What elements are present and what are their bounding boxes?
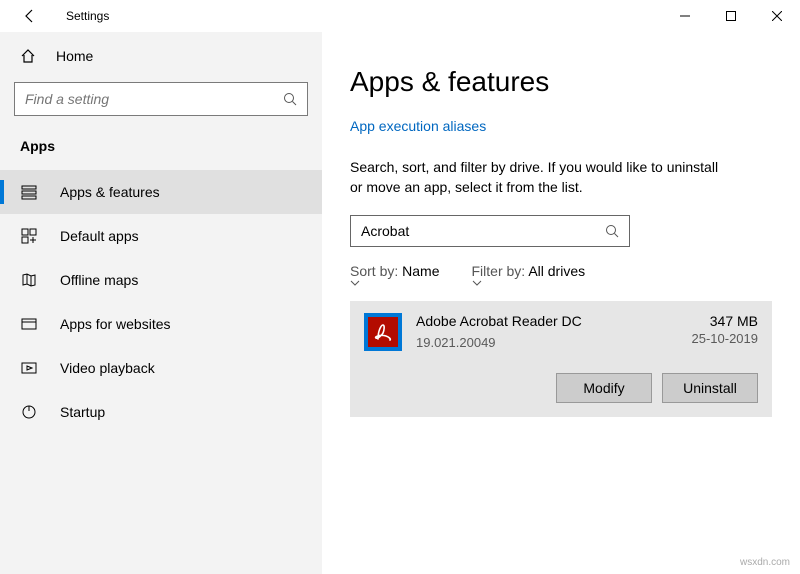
chevron-down-icon — [472, 279, 590, 287]
nav-label: Default apps — [60, 228, 139, 244]
maximize-button[interactable] — [708, 0, 754, 32]
modify-button[interactable]: Modify — [556, 373, 652, 403]
sort-value: Name — [402, 263, 439, 279]
home-button[interactable]: Home — [0, 40, 322, 78]
filter-label: Filter by: — [472, 263, 526, 279]
app-meta: 347 MB 25-10-2019 — [692, 313, 759, 351]
sort-label: Sort by: — [350, 263, 398, 279]
nav-label: Video playback — [60, 360, 155, 376]
sort-by-dropdown[interactable]: Sort by: Name — [350, 263, 444, 287]
titlebar: Settings — [0, 0, 800, 32]
app-list-search-input[interactable] — [361, 223, 605, 239]
find-setting-search[interactable] — [14, 82, 308, 116]
uninstall-button[interactable]: Uninstall — [662, 373, 758, 403]
app-list-search[interactable] — [350, 215, 630, 247]
home-icon — [20, 48, 36, 64]
default-apps-icon — [20, 228, 38, 244]
filter-value: All drives — [528, 263, 585, 279]
app-execution-aliases-link[interactable]: App execution aliases — [350, 118, 772, 134]
app-info: Adobe Acrobat Reader DC 19.021.20049 — [416, 313, 692, 351]
sidebar-nav: Apps & features Default apps Offline map… — [0, 170, 322, 434]
app-card-header: Adobe Acrobat Reader DC 19.021.20049 347… — [364, 313, 758, 351]
app-actions: Modify Uninstall — [364, 373, 758, 403]
sidebar-item-apps-features[interactable]: Apps & features — [0, 170, 322, 214]
nav-label: Apps & features — [60, 184, 160, 200]
body: Home Apps Apps & features Default apps — [0, 32, 800, 574]
nav-label: Offline maps — [60, 272, 138, 288]
acrobat-icon — [368, 317, 398, 347]
watermark: wsxdn.com — [740, 557, 790, 568]
sidebar-item-startup[interactable]: Startup — [0, 390, 322, 434]
home-label: Home — [56, 48, 93, 64]
app-icon — [364, 313, 402, 351]
nav-label: Startup — [60, 404, 105, 420]
sidebar: Home Apps Apps & features Default apps — [0, 32, 322, 574]
page-title: Apps & features — [350, 66, 772, 98]
app-size: 347 MB — [692, 313, 759, 329]
content: Apps & features App execution aliases Se… — [322, 32, 800, 574]
description: Search, sort, and filter by drive. If yo… — [350, 158, 730, 197]
window-title: Settings — [66, 9, 109, 23]
section-label: Apps — [0, 126, 322, 170]
app-date: 25-10-2019 — [692, 331, 759, 346]
sidebar-item-video-playback[interactable]: Video playback — [0, 346, 322, 390]
back-button[interactable] — [18, 8, 42, 24]
video-playback-icon — [20, 360, 38, 376]
close-button[interactable] — [754, 0, 800, 32]
nav-label: Apps for websites — [60, 316, 171, 332]
search-icon — [605, 224, 619, 238]
filters-row: Sort by: Name Filter by: All drives — [350, 263, 772, 287]
app-version: 19.021.20049 — [416, 335, 692, 350]
chevron-down-icon — [350, 279, 444, 287]
filter-by-dropdown[interactable]: Filter by: All drives — [472, 263, 590, 287]
apps-websites-icon — [20, 316, 38, 332]
minimize-button[interactable] — [662, 0, 708, 32]
app-card[interactable]: Adobe Acrobat Reader DC 19.021.20049 347… — [350, 301, 772, 417]
sidebar-item-apps-websites[interactable]: Apps for websites — [0, 302, 322, 346]
sidebar-item-offline-maps[interactable]: Offline maps — [0, 258, 322, 302]
app-name: Adobe Acrobat Reader DC — [416, 313, 692, 329]
offline-maps-icon — [20, 272, 38, 288]
startup-icon — [20, 404, 38, 420]
apps-features-icon — [20, 184, 38, 200]
search-icon — [283, 92, 297, 106]
window-controls — [662, 0, 800, 32]
find-setting-input[interactable] — [25, 91, 283, 107]
sidebar-item-default-apps[interactable]: Default apps — [0, 214, 322, 258]
